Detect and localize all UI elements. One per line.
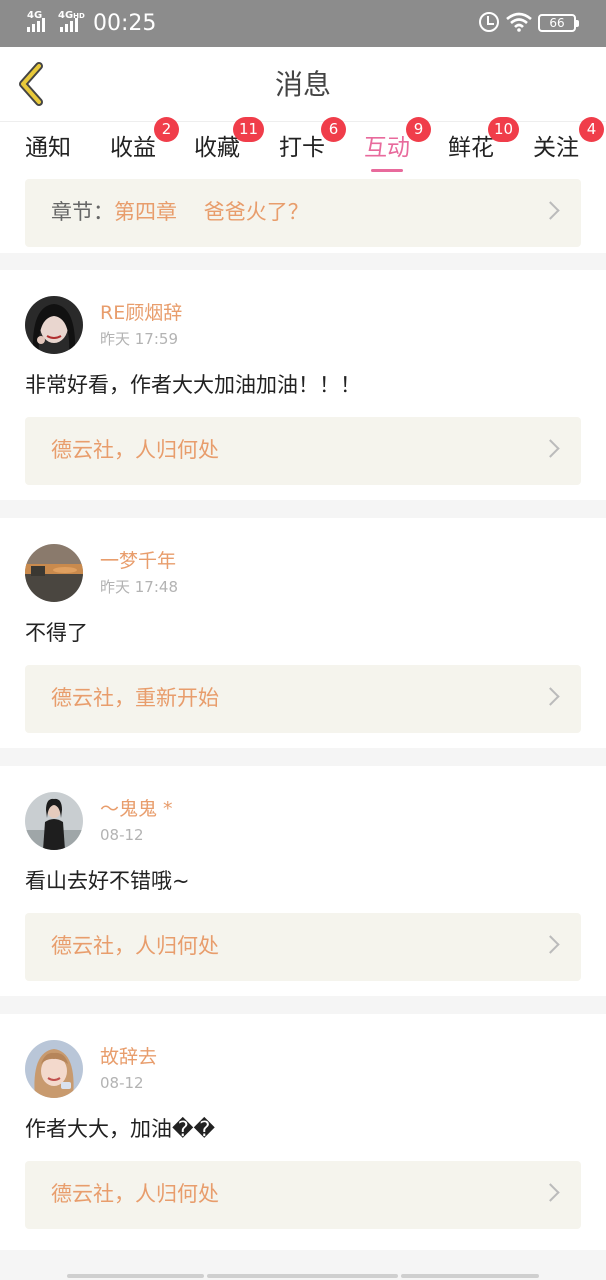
avatar[interactable] — [25, 792, 83, 850]
signal-icon-2 — [60, 18, 78, 32]
signal-icon — [27, 18, 45, 32]
chapter-link[interactable]: 德云社，重新开始 — [25, 665, 581, 733]
message-feed[interactable]: 章节：第四章 爸爸火了？ RE顾烟辞 昨天 17:59 非常好看，作者大大加油加… — [0, 176, 606, 1280]
timestamp: 昨天 17:59 — [100, 330, 178, 348]
timestamp: 08-12 — [100, 1074, 144, 1092]
chapter-link[interactable]: 章节：第四章 爸爸火了？ — [25, 179, 581, 247]
avatar[interactable] — [25, 296, 83, 354]
username[interactable]: ～鬼鬼 * — [100, 796, 173, 822]
chevron-right-icon — [541, 439, 560, 458]
chevron-right-icon — [541, 1183, 560, 1202]
page-title: 消息 — [274, 68, 331, 101]
tab-notifications[interactable]: 通知 — [25, 131, 71, 165]
username[interactable]: RE顾烟辞 — [100, 300, 182, 326]
timestamp: 08-12 — [100, 826, 144, 844]
chapter-link[interactable]: 德云社，人归何处 — [25, 1161, 581, 1229]
chapter-link-text: 德云社，人归何处 — [51, 934, 219, 958]
comment-text: 不得了 — [25, 621, 88, 645]
avatar-image — [25, 1040, 83, 1098]
chevron-right-icon — [541, 687, 560, 706]
tab-favorites[interactable]: 收藏 11 — [194, 117, 265, 165]
wifi-icon — [506, 12, 532, 32]
tab-bar: 通知 收益 2 收藏 11 打卡 6 互动 9 鲜花 10 关注 4 — [0, 117, 606, 176]
active-tab-indicator — [371, 169, 403, 172]
battery-icon: 66 — [538, 14, 579, 32]
tab-label: 关注 — [533, 135, 579, 161]
tab-flowers[interactable]: 鲜花 10 — [448, 117, 520, 165]
chapter-link[interactable]: 德云社，人归何处 — [25, 417, 581, 485]
unread-badge: 9 — [406, 117, 431, 142]
unread-badge: 2 — [154, 117, 179, 142]
avatar-image — [25, 296, 83, 354]
chapter-link-text: 德云社，重新开始 — [51, 686, 219, 710]
avatar-image — [25, 792, 83, 850]
chevron-right-icon — [541, 201, 560, 220]
unread-badge: 11 — [233, 117, 265, 142]
message-card: RE顾烟辞 昨天 17:59 非常好看，作者大大加油加油！！！ 德云社，人归何处 — [0, 270, 606, 500]
tab-earnings[interactable]: 收益 2 — [110, 117, 179, 165]
chapter-link-text: 德云社，人归何处 — [51, 1182, 219, 1206]
avatar[interactable] — [25, 544, 83, 602]
unread-badge: 6 — [321, 117, 346, 142]
username[interactable]: 一梦千年 — [100, 548, 176, 574]
comment-text: 看山去好不错哦~ — [25, 869, 190, 893]
tab-interaction[interactable]: 互动 9 — [364, 117, 431, 172]
message-card: 故辞去 08-12 作者大大，加油�� 德云社，人归何处 — [0, 1014, 606, 1250]
status-bar: 4G 4GHD 00:25 66 — [0, 0, 606, 47]
tab-label: 收益 — [110, 135, 156, 161]
chapter-link-text: 德云社，人归何处 — [51, 438, 219, 462]
tab-label: 互动 — [364, 135, 410, 161]
message-card: ～鬼鬼 * 08-12 看山去好不错哦~ 德云社，人归何处 — [0, 766, 606, 996]
alarm-icon — [479, 12, 499, 32]
message-card: 一梦千年 昨天 17:48 不得了 德云社，重新开始 — [0, 518, 606, 748]
message-card: 章节：第四章 爸爸火了？ — [0, 176, 606, 253]
clock: 00:25 — [93, 11, 157, 36]
tab-label: 收藏 — [194, 135, 240, 161]
username[interactable]: 故辞去 — [100, 1044, 157, 1070]
unread-badge: 10 — [488, 117, 520, 142]
chapter-link-text: 章节：第四章 爸爸火了？ — [51, 200, 309, 224]
unread-badge: 4 — [579, 117, 604, 142]
header: 消息 — [0, 47, 606, 121]
avatar-image — [25, 544, 83, 602]
tab-label: 打卡 — [279, 135, 325, 161]
avatar[interactable] — [25, 1040, 83, 1098]
comment-text: 作者大大，加油�� — [25, 1117, 216, 1141]
bottom-scroll-hint — [0, 1274, 606, 1280]
chevron-right-icon — [541, 935, 560, 954]
battery-level: 66 — [549, 16, 565, 30]
chapter-link[interactable]: 德云社，人归何处 — [25, 913, 581, 981]
tab-checkin[interactable]: 打卡 6 — [279, 117, 346, 165]
comment-text: 非常好看，作者大大加油加油！！！ — [25, 373, 361, 397]
tab-label: 鲜花 — [448, 135, 494, 161]
tab-follows[interactable]: 关注 4 — [533, 117, 604, 165]
tab-label: 通知 — [25, 135, 71, 161]
timestamp: 昨天 17:48 — [100, 578, 178, 596]
